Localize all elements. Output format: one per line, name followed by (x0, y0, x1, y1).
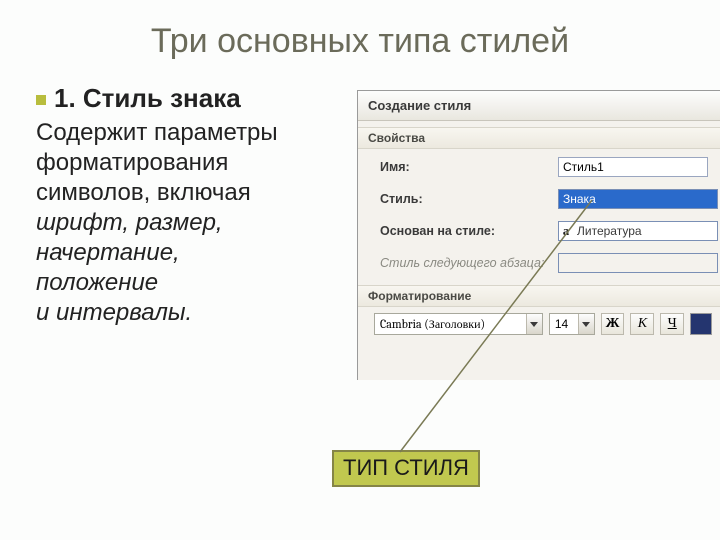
body-line-italic: начертание, (36, 238, 358, 268)
underline-button[interactable]: Ч (660, 313, 684, 335)
size-combo-value: 14 (550, 316, 578, 332)
dialog-title: Создание стиля (358, 91, 720, 121)
create-style-dialog: Создание стиля Свойства Имя: Стиль: Знак… (357, 90, 720, 380)
row-name: Имя: (358, 151, 720, 183)
size-combo[interactable]: 14 (549, 313, 595, 335)
style-combo-value: Знака (559, 191, 717, 207)
section-format: Форматирование (358, 285, 720, 307)
next-style-combo[interactable] (558, 253, 718, 273)
body-line: форматирования (36, 148, 358, 178)
style-combo[interactable]: Знака (558, 189, 718, 209)
based-on-combo[interactable]: a Литература (558, 221, 718, 241)
label-next-style: Стиль следующего абзаца: (358, 256, 558, 270)
properties-form: Имя: Стиль: Знака Основан на стиле: a Ли… (358, 149, 720, 279)
next-style-value (559, 262, 717, 264)
chevron-down-icon[interactable] (578, 314, 594, 334)
font-combo[interactable]: Cambria (Заголовки) (374, 313, 543, 335)
body-text: Содержит параметры форматирования символ… (36, 118, 358, 328)
body-line-italic: шрифт, размер, (36, 208, 358, 238)
callout-label: ТИП СТИЛЯ (332, 450, 480, 487)
bold-button[interactable]: Ж (601, 313, 625, 335)
slide-title: Три основных типа стилей (0, 0, 720, 75)
character-style-icon: a (559, 223, 573, 239)
font-color-swatch[interactable] (690, 313, 712, 335)
body-line-italic: положение (36, 268, 358, 298)
row-based-on: Основан на стиле: a Литература (358, 215, 720, 247)
bullet-icon (36, 95, 46, 105)
font-combo-value: Cambria (Заголовки) (375, 316, 526, 333)
row-style: Стиль: Знака (358, 183, 720, 215)
row-next-style: Стиль следующего абзаца: (358, 247, 720, 279)
body-line-italic: и интервалы. (36, 298, 358, 328)
label-style: Стиль: (358, 192, 558, 206)
left-column: 1. Стиль знака Содержит параметры формат… (0, 75, 358, 328)
label-based-on: Основан на стиле: (358, 224, 558, 238)
subheading: 1. Стиль знака (36, 83, 358, 114)
body-line: символов, включая (36, 178, 358, 208)
label-name: Имя: (358, 160, 558, 174)
italic-button[interactable]: К (630, 313, 654, 335)
based-on-value: Литература (573, 223, 717, 239)
name-input[interactable] (558, 157, 708, 177)
chevron-down-icon[interactable] (526, 314, 542, 334)
body-line: Содержит параметры (36, 118, 358, 148)
format-toolbar: Cambria (Заголовки) 14 Ж К Ч (358, 307, 720, 335)
subheading-text: 1. Стиль знака (54, 83, 241, 113)
section-properties: Свойства (358, 127, 720, 149)
